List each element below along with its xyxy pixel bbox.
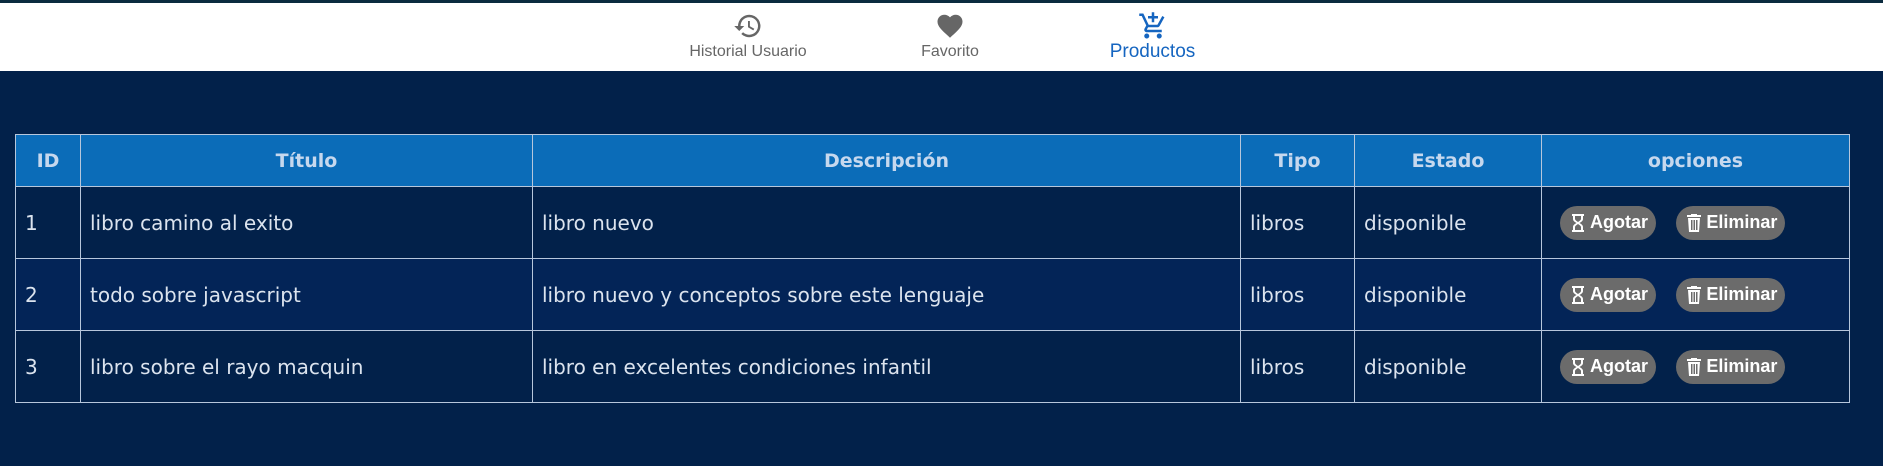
cell-tipo: libros (1240, 186, 1355, 259)
agotar-label: Agotar (1590, 284, 1648, 304)
nav-label-historial: Historial Usuario (689, 43, 807, 60)
cart-icon (1138, 12, 1164, 39)
table-row: 2 todo sobre javascript libro nuevo y co… (15, 258, 1850, 331)
nav-item-productos[interactable]: Productos (1100, 11, 1205, 63)
table-row: 1 libro camino al exito libro nuevo libr… (15, 186, 1850, 259)
history-icon (734, 14, 761, 38)
eliminar-button[interactable]: Eliminar (1676, 349, 1786, 384)
cell-tipo: libros (1240, 258, 1355, 331)
column-header-opciones: opciones (1541, 134, 1850, 187)
eliminar-label: Eliminar (1706, 284, 1778, 304)
hourglass-icon (1572, 213, 1584, 232)
nav-label-favorito: Favorito (921, 43, 979, 60)
agotar-label: Agotar (1590, 356, 1648, 376)
cell-opciones: Agotar Eliminar (1541, 330, 1850, 403)
agotar-label: Agotar (1590, 212, 1648, 232)
trash-icon (1687, 285, 1702, 304)
cell-opciones: Agotar Eliminar (1541, 186, 1850, 259)
column-header-descripcion: Descripción (532, 134, 1241, 187)
cell-estado: disponible (1354, 258, 1542, 331)
products-table: ID Título Descripción Tipo Estado opcion… (15, 134, 1850, 403)
heart-icon (937, 14, 963, 38)
cell-estado: disponible (1354, 186, 1542, 259)
cell-opciones: Agotar Eliminar (1541, 258, 1850, 331)
column-header-tipo: Tipo (1240, 134, 1355, 187)
column-header-id: ID (15, 134, 81, 187)
cell-titulo: libro camino al exito (80, 186, 533, 259)
eliminar-button[interactable]: Eliminar (1676, 277, 1786, 312)
trash-icon (1687, 357, 1702, 376)
agotar-button[interactable]: Agotar (1560, 349, 1656, 384)
cell-id: 3 (15, 330, 81, 403)
column-header-estado: Estado (1354, 134, 1542, 187)
cell-descripcion: libro en excelentes condiciones infantil (532, 330, 1241, 403)
table-row: 3 libro sobre el rayo macquin libro en e… (15, 330, 1850, 403)
hourglass-icon (1572, 285, 1584, 304)
cell-descripcion: libro nuevo (532, 186, 1241, 259)
agotar-button[interactable]: Agotar (1560, 205, 1656, 240)
cell-id: 1 (15, 186, 81, 259)
trash-icon (1687, 213, 1702, 232)
cell-titulo: todo sobre javascript (80, 258, 533, 331)
agotar-button[interactable]: Agotar (1560, 277, 1656, 312)
cell-estado: disponible (1354, 330, 1542, 403)
eliminar-button[interactable]: Eliminar (1676, 205, 1786, 240)
nav-label-productos: Productos (1109, 41, 1196, 62)
column-header-titulo: Título (80, 134, 533, 187)
cell-tipo: libros (1240, 330, 1355, 403)
nav-item-historial[interactable]: Historial Usuario (688, 11, 808, 61)
top-navigation: Historial Usuario Favorito Productos (0, 0, 1883, 71)
hourglass-icon (1572, 357, 1584, 376)
nav-item-favorito[interactable]: Favorito (900, 11, 1000, 61)
eliminar-label: Eliminar (1706, 212, 1778, 232)
cell-id: 2 (15, 258, 81, 331)
table-header-row: ID Título Descripción Tipo Estado opcion… (15, 134, 1850, 187)
cell-titulo: libro sobre el rayo macquin (80, 330, 533, 403)
cell-descripcion: libro nuevo y conceptos sobre este lengu… (532, 258, 1241, 331)
eliminar-label: Eliminar (1706, 356, 1778, 376)
